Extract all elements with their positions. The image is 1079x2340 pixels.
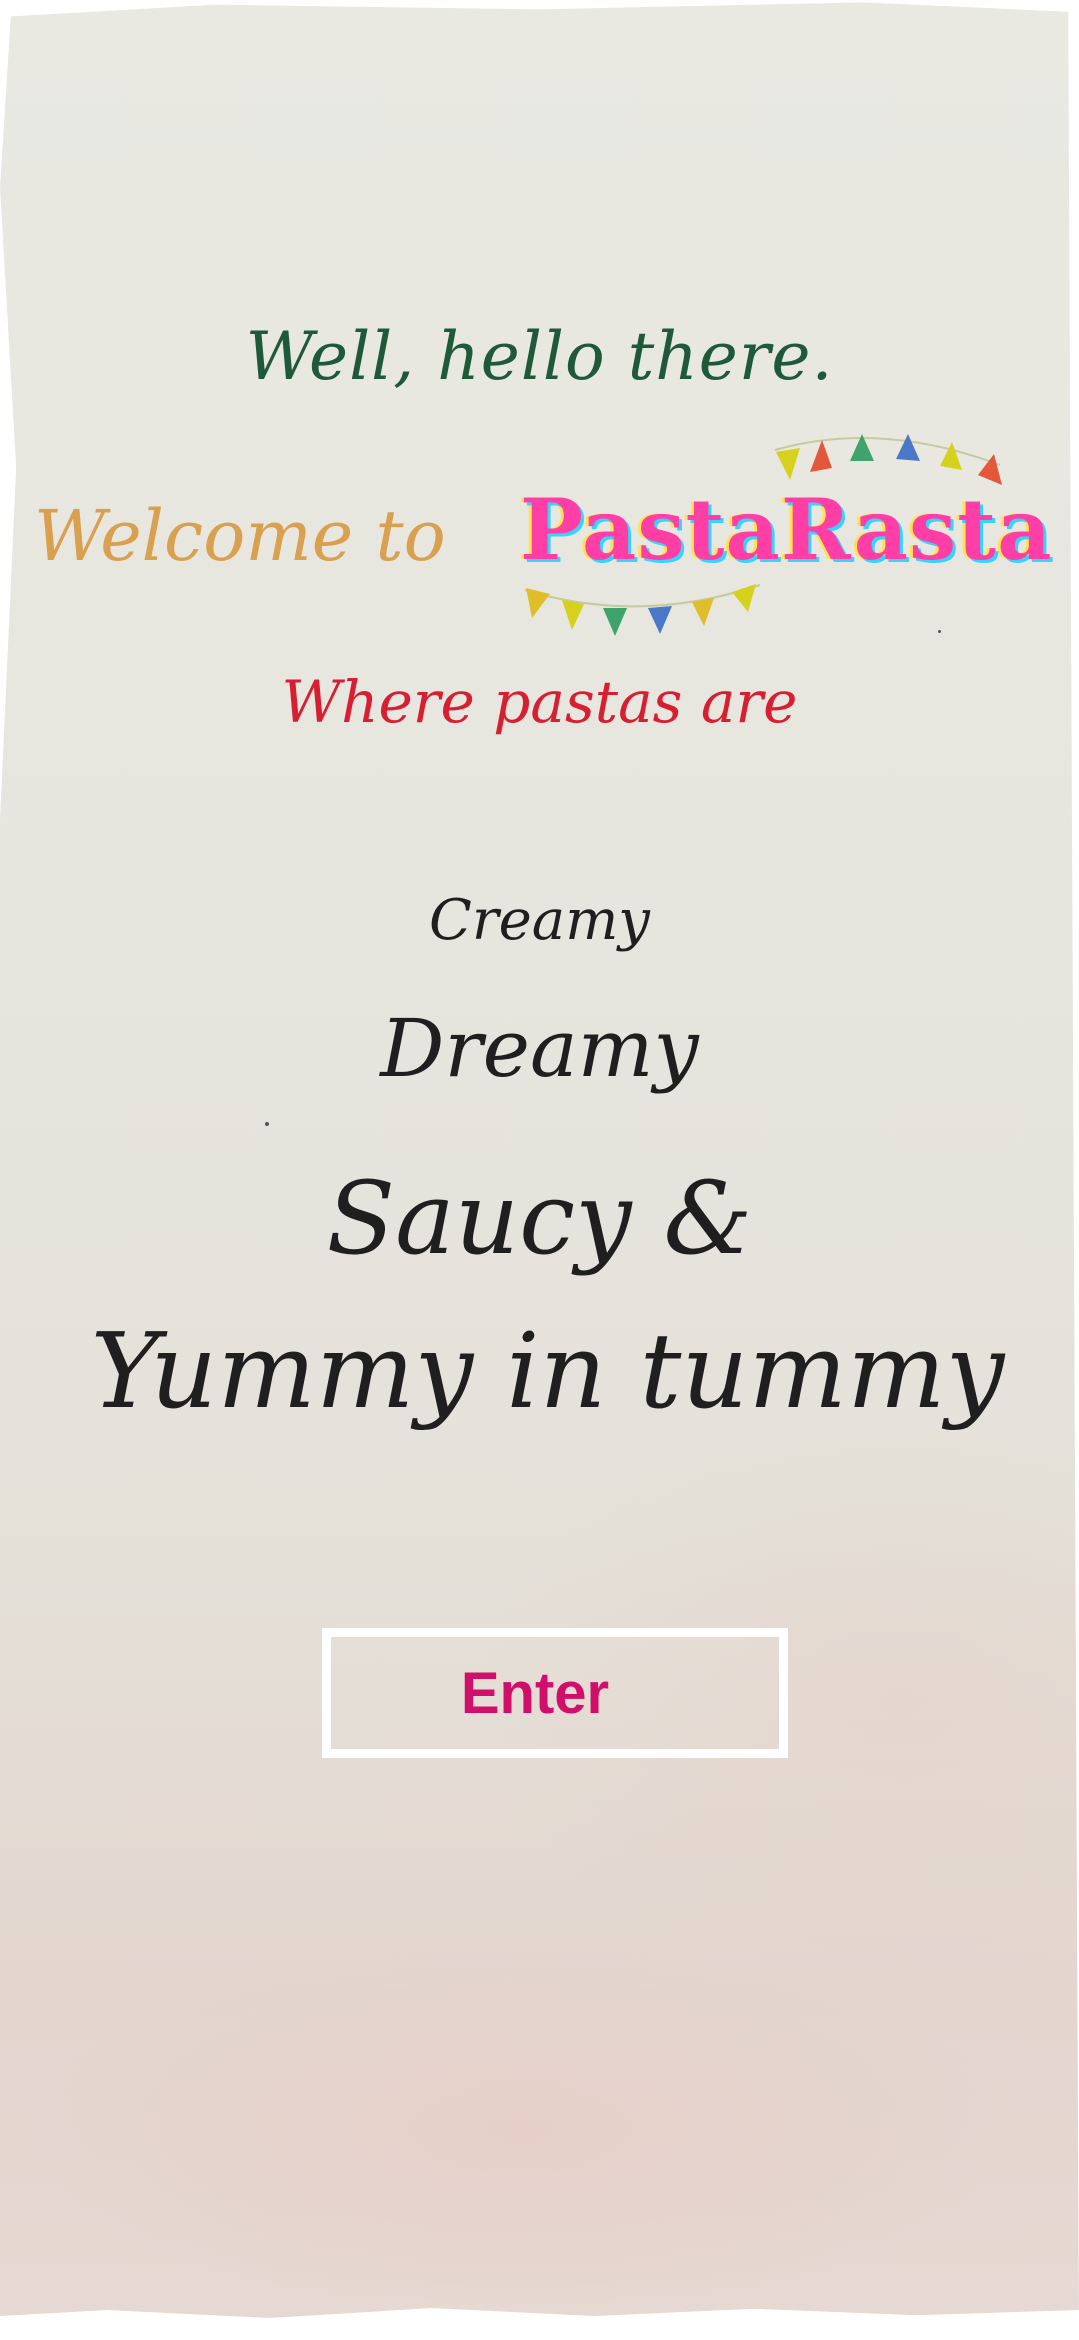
descriptor-yummy: Yummy in tummy — [90, 1310, 1005, 1432]
descriptor-creamy: Creamy — [429, 888, 650, 953]
brand-logo: PastaRasta — [520, 480, 1053, 579]
enter-button[interactable]: Enter — [322, 1628, 788, 1758]
greeting-text: Well, hello there. — [245, 318, 834, 395]
tagline-text: Where pastas are — [281, 668, 798, 736]
paper-speck — [265, 1122, 269, 1126]
enter-button-label: Enter — [460, 1660, 610, 1726]
descriptor-dreamy: Dreamy — [380, 1002, 699, 1095]
welcome-text: Welcome to — [34, 495, 446, 577]
descriptor-saucy: Saucy & — [326, 1160, 753, 1277]
